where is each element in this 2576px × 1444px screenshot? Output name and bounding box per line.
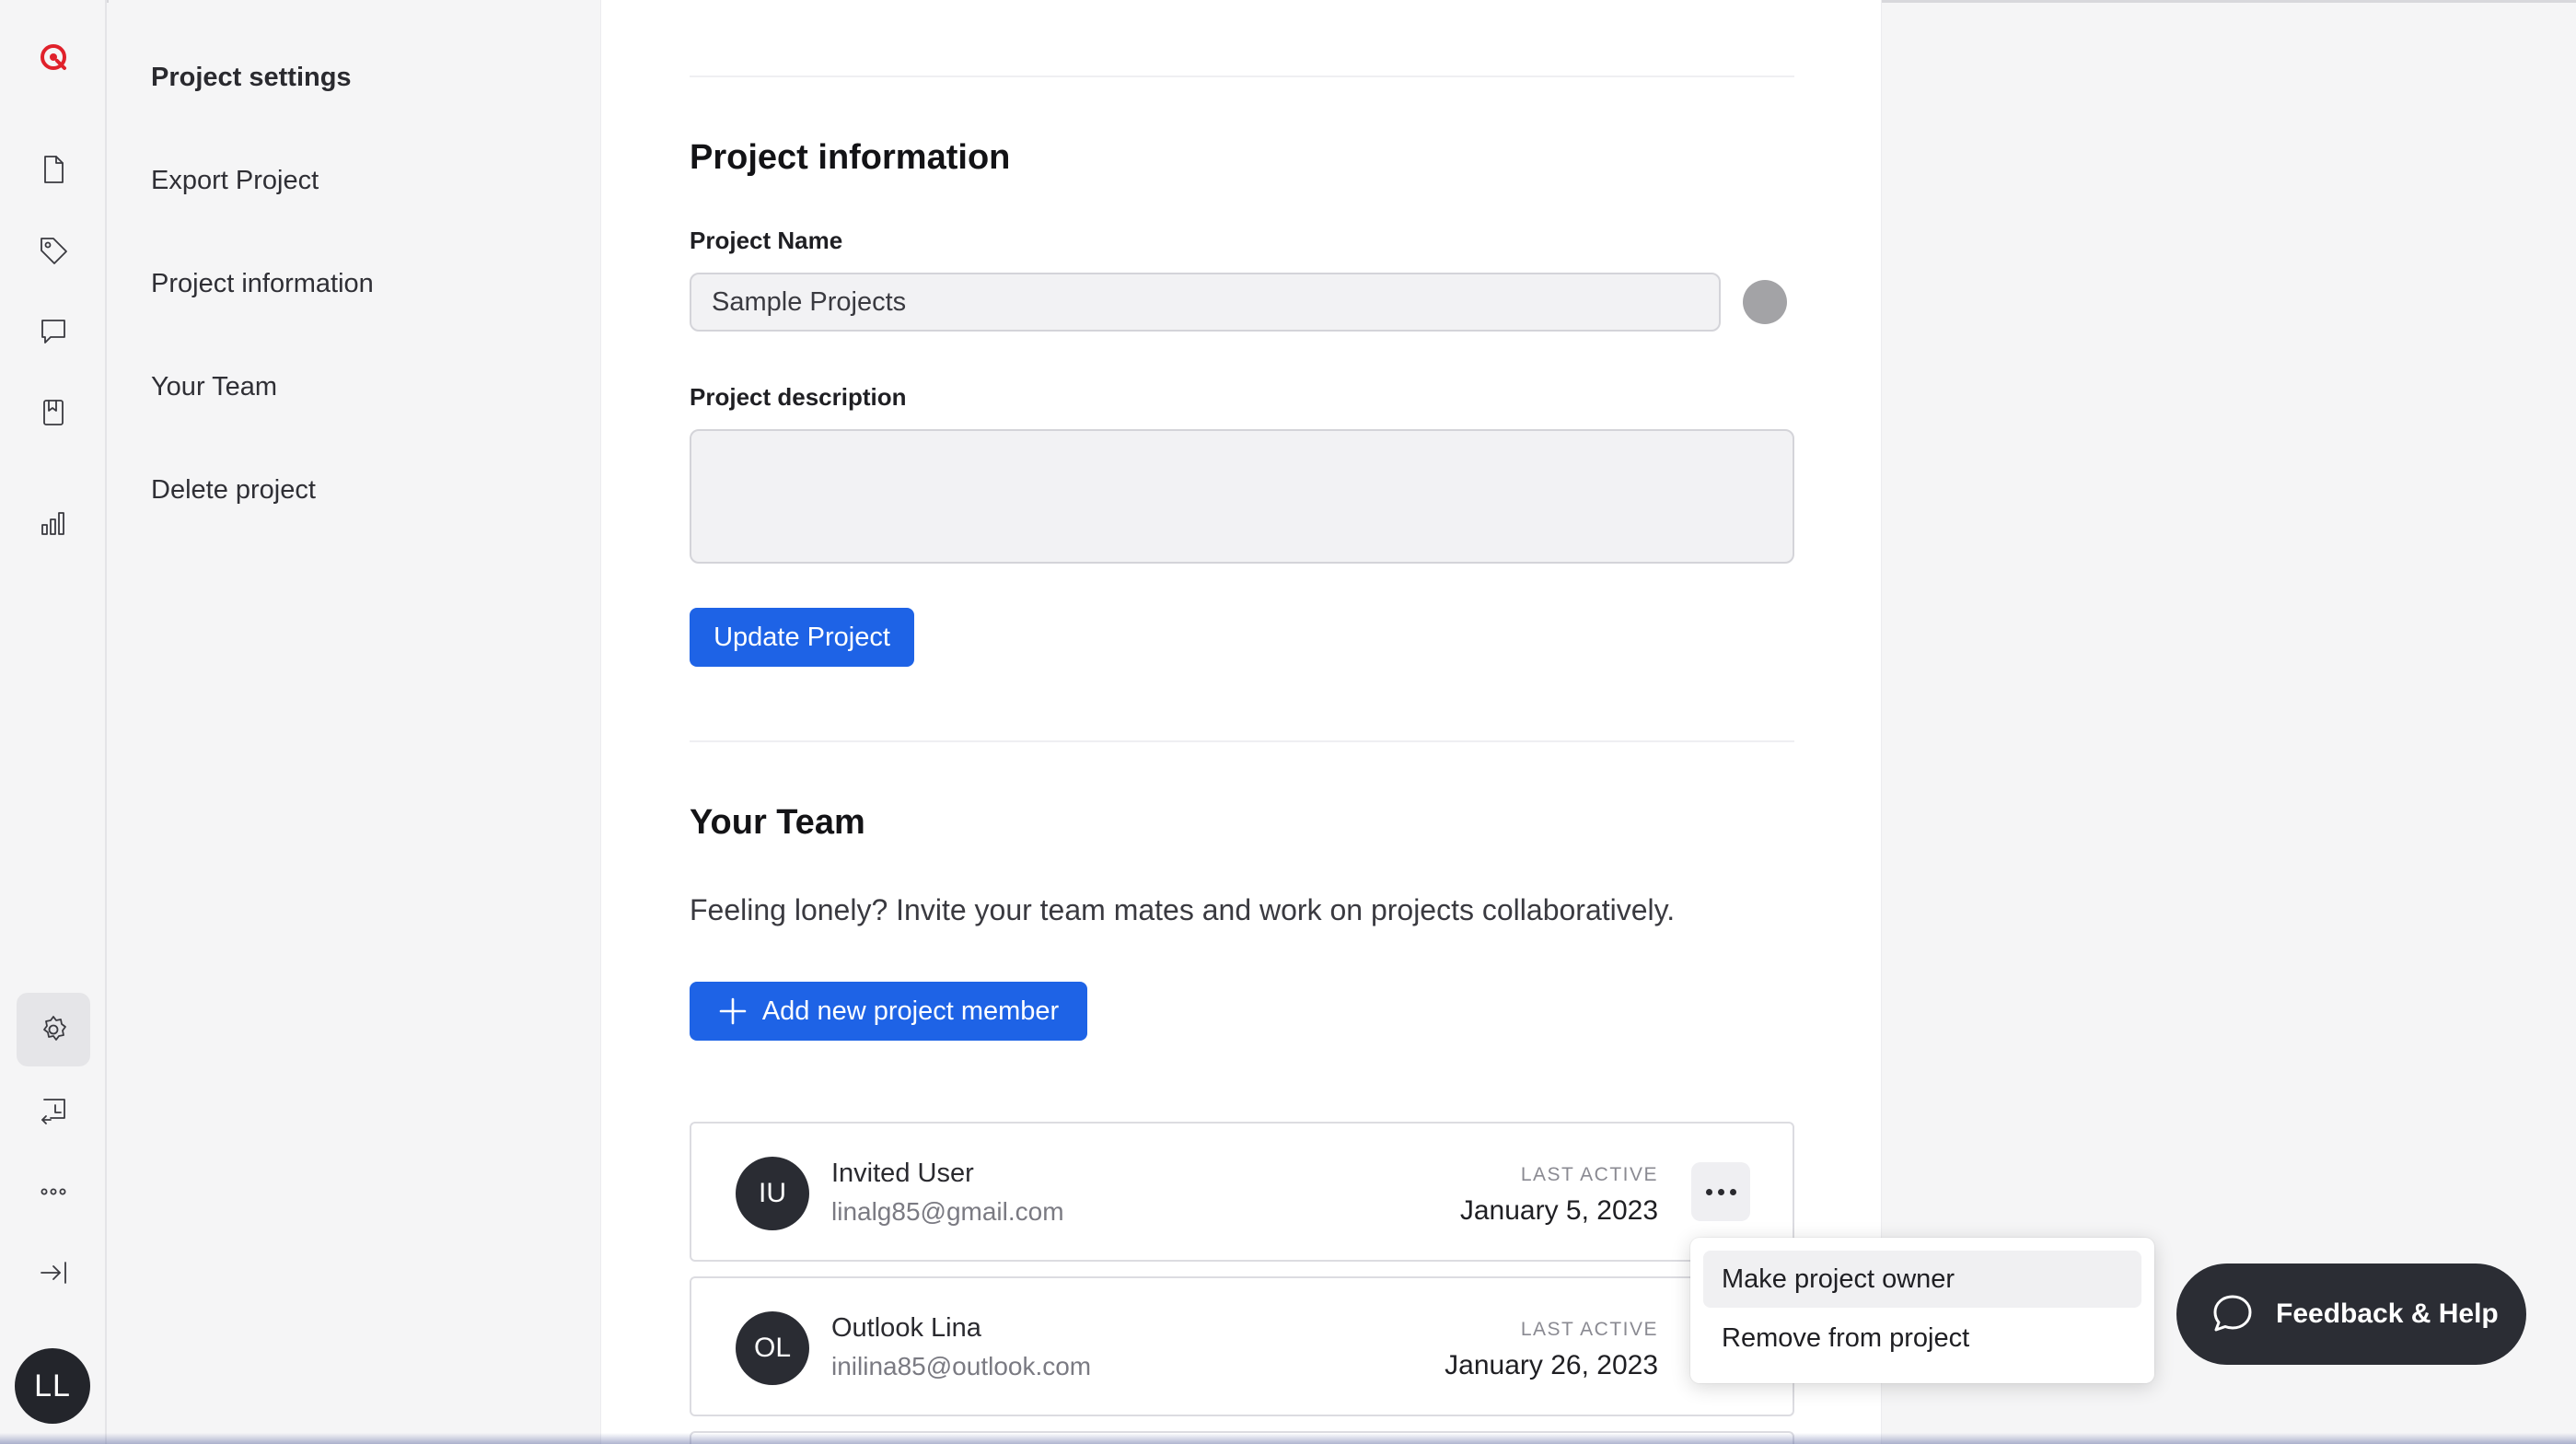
sidebar-item-project-information[interactable]: Project information	[151, 269, 374, 299]
team-member-card: OL Outlook Lina inilina85@outlook.com LA…	[690, 1276, 1794, 1416]
project-description-input[interactable]	[690, 429, 1794, 564]
sidebar-item-your-team[interactable]: Your Team	[151, 372, 277, 402]
chat-bubble-icon	[2213, 1295, 2252, 1332]
your-team-heading: Your Team	[690, 803, 865, 842]
last-active-date: January 26, 2023	[1445, 1350, 1658, 1380]
plus-icon	[719, 997, 747, 1025]
logo-icon[interactable]	[17, 20, 90, 94]
remove-from-project-option[interactable]: Remove from project	[1703, 1310, 2141, 1367]
project-color-picker[interactable]	[1743, 280, 1787, 324]
import-icon[interactable]	[17, 1074, 90, 1147]
collapse-icon[interactable]	[17, 1236, 90, 1310]
last-active-label: LAST ACTIVE	[1520, 1164, 1658, 1185]
project-description-label: Project description	[690, 383, 907, 411]
member-actions-menu: Make project owner Remove from project	[1690, 1238, 2154, 1383]
team-description: Feeling lonely? Invite your team mates a…	[690, 893, 1676, 926]
section-divider	[690, 76, 1794, 77]
feedback-help-button[interactable]: Feedback & Help	[2176, 1264, 2526, 1365]
last-active-date: January 5, 2023	[1459, 1195, 1658, 1226]
project-information-heading: Project information	[690, 138, 1011, 177]
make-project-owner-option[interactable]: Make project owner	[1703, 1251, 2141, 1308]
sidebar-item-delete-project[interactable]: Delete project	[151, 475, 316, 506]
tag-icon[interactable]	[17, 214, 90, 287]
more-horizontal-icon	[1705, 1188, 1736, 1195]
more-icon[interactable]	[17, 1155, 90, 1229]
member-more-button[interactable]	[1691, 1162, 1750, 1221]
document-icon[interactable]	[17, 133, 90, 206]
project-name-label: Project Name	[690, 227, 843, 254]
member-name: Outlook Lina	[831, 1313, 981, 1343]
feedback-help-label: Feedback & Help	[2276, 1298, 2499, 1329]
chart-icon[interactable]	[17, 486, 90, 560]
bookmark-icon[interactable]	[17, 376, 90, 449]
member-email: inilina85@outlook.com	[831, 1352, 1092, 1380]
window-bottom-edge	[0, 1433, 2576, 1444]
team-member-card: IU Invited User linalg85@gmail.com LAST …	[690, 1122, 1794, 1262]
add-project-member-label: Add new project member	[761, 996, 1060, 1026]
member-name: Invited User	[831, 1159, 974, 1188]
icon-rail: LL	[0, 0, 107, 1444]
sidebar-item-export-project[interactable]: Export Project	[151, 166, 319, 196]
comment-icon[interactable]	[17, 295, 90, 368]
project-name-input[interactable]	[690, 273, 1721, 332]
settings-sidebar: Project settings Export Project Project …	[109, 0, 600, 1444]
update-project-button[interactable]: Update Project	[690, 608, 914, 667]
member-avatar: OL	[736, 1311, 809, 1385]
member-avatar: IU	[736, 1157, 809, 1230]
app-window: LL Project settings Export Project Proje…	[0, 0, 2576, 1444]
last-active-label: LAST ACTIVE	[1520, 1319, 1658, 1340]
user-avatar[interactable]: LL	[15, 1348, 90, 1424]
section-divider	[690, 740, 1794, 742]
member-email: linalg85@gmail.com	[831, 1197, 1064, 1226]
settings-main-panel: Project information Project Name Project…	[600, 0, 1882, 1444]
sidebar-title: Project settings	[151, 63, 352, 92]
settings-icon[interactable]	[17, 993, 90, 1066]
add-project-member-button[interactable]: Add new project member	[690, 982, 1087, 1041]
